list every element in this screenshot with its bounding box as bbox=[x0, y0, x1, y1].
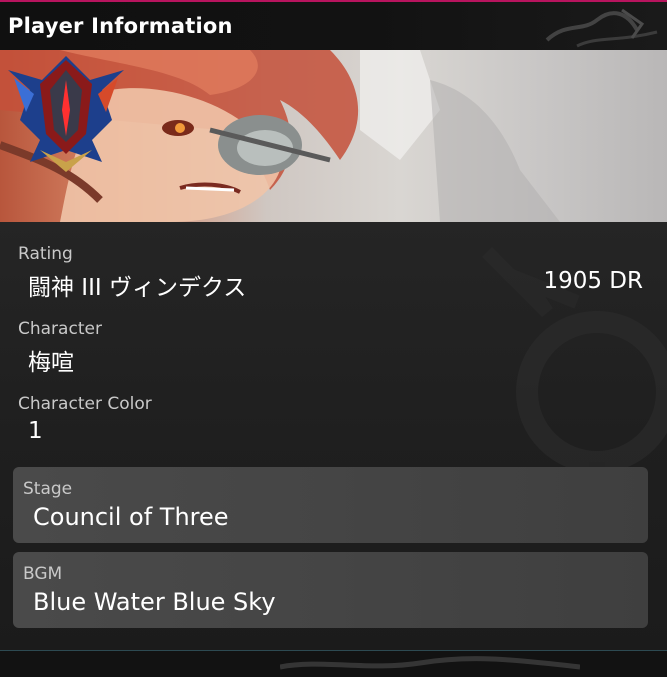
brush-decoration-icon bbox=[545, 8, 658, 48]
stage-label: Stage bbox=[23, 479, 73, 499]
character-label: Character bbox=[18, 319, 102, 339]
header-bar: Player Information bbox=[0, 0, 667, 50]
bgm-label: BGM bbox=[23, 564, 63, 584]
stage-value: Council of Three bbox=[33, 503, 229, 531]
rank-emblem-icon bbox=[8, 56, 124, 172]
character-color-value: 1 bbox=[28, 418, 43, 444]
character-banner bbox=[0, 50, 667, 222]
bgm-panel[interactable]: BGM Blue Water Blue Sky bbox=[13, 552, 648, 628]
brush-decoration-icon bbox=[280, 656, 580, 670]
footer-bar bbox=[0, 650, 667, 677]
bgm-value: Blue Water Blue Sky bbox=[33, 588, 276, 616]
rating-points: 1905 DR bbox=[543, 268, 643, 294]
character-color-label: Character Color bbox=[18, 394, 152, 414]
rating-rank: 闘神 III ヴィンデクス bbox=[28, 275, 247, 301]
character-value: 梅喧 bbox=[28, 350, 74, 376]
stage-panel[interactable]: Stage Council of Three bbox=[13, 467, 648, 543]
player-details: Rating 闘神 III ヴィンデクス 1905 DR Character 梅… bbox=[0, 222, 667, 650]
page-title: Player Information bbox=[8, 14, 233, 38]
rating-label: Rating bbox=[18, 244, 73, 264]
